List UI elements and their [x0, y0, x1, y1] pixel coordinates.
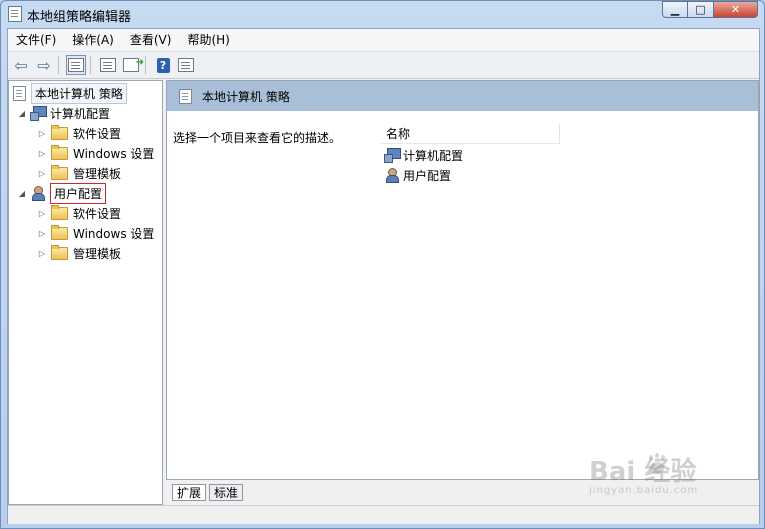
tree-item-computer-config[interactable]: ◢ 计算机配置 — [17, 103, 110, 123]
folder-icon — [51, 244, 68, 260]
tree-item-user-software[interactable]: ▷ 软件设置 — [37, 203, 121, 223]
details-header-title: 本地计算机 策略 — [202, 89, 290, 104]
minimize-button[interactable]: ▁ — [662, 1, 688, 18]
help-icon: ? — [156, 57, 170, 73]
policy-document-icon — [179, 88, 192, 104]
console-tree-icon — [68, 58, 84, 72]
tree-item-computer-admin-templates[interactable]: ▷ 管理模板 — [37, 163, 121, 183]
forward-button[interactable]: ⇨ — [34, 55, 54, 75]
folder-icon — [51, 204, 68, 220]
collapse-arrow-icon[interactable]: ◢ — [17, 189, 27, 198]
toolbar: ⇦ ⇨ ? — [8, 52, 759, 79]
tree-item-computer-windows[interactable]: ▷ Windows 设置 — [37, 143, 154, 163]
list-item-label: 用户配置 — [403, 168, 452, 183]
folder-icon — [51, 224, 68, 240]
folder-icon — [51, 144, 68, 160]
menu-bar: 文件(F) 操作(A) 查看(V) 帮助(H) — [8, 29, 759, 52]
help-button[interactable]: ? — [153, 55, 173, 75]
tree-item-label: 计算机配置 — [50, 106, 111, 121]
console-tree[interactable]: 本地计算机 策略 ◢ 计算机配置 ▷ 软件设置 ▷ Windows 设置 ▷ 管… — [8, 80, 163, 505]
column-header-name[interactable]: 名称 — [380, 124, 560, 144]
menu-view[interactable]: 查看(V) — [122, 29, 180, 51]
list-item-computer-config[interactable]: 计算机配置 — [384, 145, 463, 165]
tree-item-label: Windows 设置 — [73, 146, 155, 161]
tree-item-root[interactable]: 本地计算机 策略 — [11, 82, 127, 104]
watermark-url: jingyan.baidu.com — [589, 485, 699, 496]
toolbar-separator — [145, 56, 146, 74]
forward-arrow-icon: ⇨ — [37, 55, 51, 75]
tree-item-user-admin-templates[interactable]: ▷ 管理模板 — [37, 243, 121, 263]
tree-item-label: 管理模板 — [73, 166, 122, 181]
back-arrow-icon: ⇦ — [14, 55, 28, 75]
expand-arrow-icon[interactable]: ▷ — [37, 249, 47, 258]
menu-action[interactable]: 操作(A) — [64, 29, 122, 51]
description-text: 选择一个项目来查看它的描述。 — [173, 131, 342, 145]
close-button[interactable]: ✕ — [714, 1, 758, 18]
action-pane-icon — [178, 58, 194, 72]
menu-file[interactable]: 文件(F) — [8, 29, 64, 51]
title-bar[interactable]: 本地组策略编辑器 ▁ □ ✕ — [1, 1, 764, 27]
export-list-icon — [123, 57, 144, 72]
tree-item-user-config[interactable]: ◢ 用户配置 — [17, 182, 107, 204]
list-item-label: 计算机配置 — [403, 148, 464, 163]
close-icon: ✕ — [730, 3, 741, 16]
properties-button[interactable] — [98, 55, 118, 75]
column-header-label: 名称 — [386, 127, 411, 141]
toolbar-separator — [58, 56, 59, 74]
window-controls: ▁ □ ✕ — [662, 1, 758, 19]
maximize-icon: □ — [695, 3, 706, 16]
list-item-user-config[interactable]: 用户配置 — [384, 165, 451, 185]
tab-extended[interactable]: 扩展 — [172, 484, 207, 501]
minimize-icon: ▁ — [670, 3, 680, 16]
tree-item-label: 用户配置 — [50, 182, 107, 204]
client-area: 文件(F) 操作(A) 查看(V) 帮助(H) ⇦ ⇨ ? 本地计算机 策略 ◢ — [7, 28, 760, 524]
window-title: 本地组策略编辑器 — [27, 10, 132, 25]
collapse-arrow-icon[interactable]: ◢ — [17, 109, 27, 118]
status-bar — [8, 505, 759, 524]
expand-arrow-icon[interactable]: ▷ — [37, 209, 47, 218]
expand-arrow-icon[interactable]: ▷ — [37, 229, 47, 238]
back-button[interactable]: ⇦ — [11, 55, 31, 75]
tree-item-label: 软件设置 — [73, 126, 122, 141]
tree-item-user-windows[interactable]: ▷ Windows 设置 — [37, 223, 154, 243]
details-pane: 本地计算机 策略 选择一个项目来查看它的描述。 名称 计算机配置 用户配置 — [166, 80, 759, 480]
baidu-watermark: Bai 经验 jingyan.baidu.com — [589, 451, 709, 501]
user-icon — [30, 186, 46, 201]
expand-arrow-icon[interactable]: ▷ — [37, 149, 47, 158]
expand-arrow-icon[interactable]: ▷ — [37, 169, 47, 178]
properties-icon — [100, 58, 116, 72]
expand-arrow-icon[interactable]: ▷ — [37, 129, 47, 138]
show-hide-tree-button[interactable] — [66, 55, 86, 75]
maximize-button[interactable]: □ — [688, 1, 714, 18]
folder-icon — [51, 164, 68, 180]
baidu-paw-icon — [647, 453, 667, 475]
tree-item-label: Windows 设置 — [73, 226, 155, 241]
export-list-button[interactable] — [121, 55, 144, 75]
folder-icon — [51, 124, 68, 140]
policy-document-icon — [13, 85, 26, 101]
show-action-pane-button[interactable] — [176, 55, 196, 75]
tree-item-label: 本地计算机 策略 — [31, 82, 127, 104]
app-window: 本地组策略编辑器 ▁ □ ✕ 文件(F) 操作(A) 查看(V) 帮助(H) ⇦… — [0, 0, 765, 529]
user-icon — [384, 168, 400, 183]
tree-item-label: 管理模板 — [73, 246, 122, 261]
details-header: 本地计算机 策略 — [167, 81, 758, 111]
computer-icon — [384, 148, 401, 163]
tree-item-computer-software[interactable]: ▷ 软件设置 — [37, 123, 121, 143]
watermark-text: Bai 经验 — [589, 457, 697, 487]
tab-standard[interactable]: 标准 — [209, 484, 244, 501]
menu-help[interactable]: 帮助(H) — [179, 29, 237, 51]
tree-item-label: 软件设置 — [73, 206, 122, 221]
toolbar-separator — [90, 56, 91, 74]
policy-editor-icon — [8, 6, 22, 22]
computer-icon — [30, 106, 47, 121]
